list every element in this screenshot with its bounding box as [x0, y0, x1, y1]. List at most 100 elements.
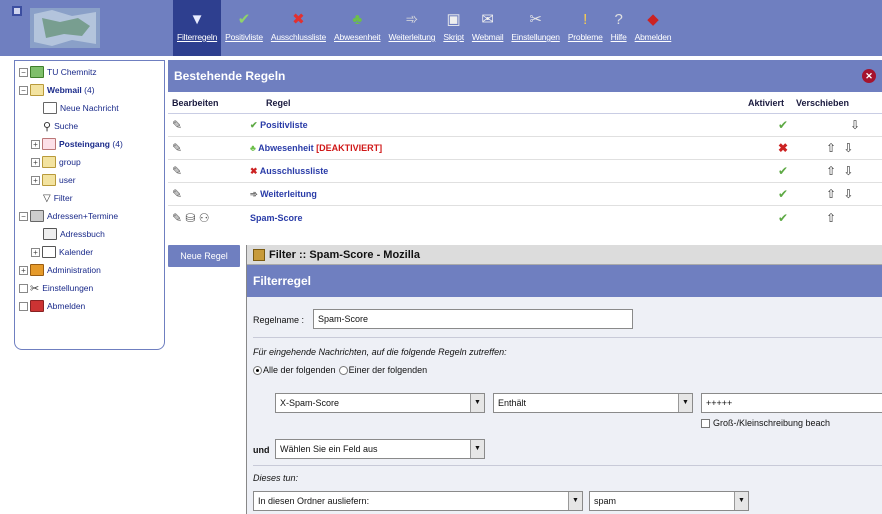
condition-operator-select[interactable]: Enthält ▼ [493, 393, 693, 413]
und-label: und [253, 445, 270, 455]
check-icon: ✔ [237, 11, 251, 28]
expand-icon[interactable]: + [31, 157, 40, 167]
toolbar-webmail[interactable]: ✉ Webmail [468, 0, 508, 56]
case-checkbox[interactable] [701, 419, 710, 429]
search-icon: ⚲ [43, 120, 52, 133]
expand-icon[interactable]: + [31, 175, 40, 185]
script-icon: ▣ [446, 11, 461, 28]
rule-row[interactable]: ✎ ♣ Abwesenheit [DEAKTIVIERT] ✖ ⇧ ⇩ [168, 137, 882, 160]
radio-any[interactable] [338, 366, 348, 376]
move-arrows[interactable]: ⇧ ⇩ [826, 164, 855, 178]
toolbar-skript[interactable]: ▣ Skript [439, 0, 468, 56]
inactive-x-icon[interactable]: ✖ [768, 141, 798, 155]
move-arrows[interactable]: ⇧ ⇩ [826, 187, 855, 201]
move-arrows[interactable]: ⇩ [850, 118, 862, 132]
tree-item-posteingang[interactable]: + Posteingang (4) [15, 135, 164, 153]
chevron-down-icon: ▼ [470, 394, 484, 412]
folder-select[interactable]: spam ▼ [589, 491, 749, 511]
tree-item-einstellungen[interactable]: ✂ Einstellungen [15, 279, 164, 297]
toolbar-weiterleitung[interactable]: ➾ Weiterleitung [384, 0, 439, 56]
rule-row[interactable]: ✎ ✔ Positivliste ✔ ⇩ [168, 114, 882, 137]
tree-item-group[interactable]: + group [15, 153, 164, 171]
mail-icon: ✉ [481, 11, 494, 28]
tree-item-administration[interactable]: + Administration [15, 261, 164, 279]
window-titlebar[interactable]: Filter :: Spam-Score - Mozilla [247, 245, 882, 265]
rule-row[interactable]: ✎ ✖ Ausschlussliste ✔ ⇧ ⇩ [168, 160, 882, 183]
move-arrows[interactable]: ⇧ [826, 211, 838, 225]
edit-icon[interactable]: ✎ [172, 164, 242, 178]
window-title: Filter :: Spam-Score - Mozilla [269, 248, 420, 261]
regelname-label: Regelname : [253, 315, 305, 325]
rule-name[interactable]: Ausschlussliste [260, 166, 329, 176]
move-arrows[interactable]: ⇧ ⇩ [826, 141, 855, 155]
folder-icon [42, 156, 56, 168]
collapse-icon[interactable]: − [19, 211, 28, 221]
leaf-icon [19, 301, 28, 311]
action-select[interactable]: In diesen Ordner ausliefern: ▼ [253, 491, 583, 511]
tree-item-user[interactable]: + user [15, 171, 164, 189]
intro-text: Für eingehende Nachrichten, auf die folg… [253, 347, 507, 357]
toolbar-abwesenheit[interactable]: ♣ Abwesenheit [330, 0, 384, 56]
edit-icon[interactable]: ✎ [172, 118, 242, 132]
toolbar-ausschlussliste[interactable]: ✖ Ausschlussliste [267, 0, 330, 56]
condition-value-input[interactable]: +++++ [701, 393, 882, 413]
tree-item-suche[interactable]: ⚲ Suche [15, 117, 164, 135]
case-sensitive-option[interactable]: Groß-/Kleinschreibung beach [701, 418, 830, 429]
edit-delete-copy-icons[interactable]: ✎ ⛁ ⚇ [172, 211, 242, 225]
action-label: Dieses tun: [253, 473, 299, 483]
logout-icon [30, 300, 44, 312]
col-move: Verschieben [796, 97, 850, 108]
close-icon[interactable]: ✕ [862, 69, 876, 83]
radio-all[interactable] [253, 366, 262, 376]
tree-item-abmelden[interactable]: Abmelden [15, 297, 164, 315]
tree-item-neue-nachricht[interactable]: Neue Nachricht [15, 99, 164, 117]
tree-item-adressbuch[interactable]: Adressbuch [15, 225, 164, 243]
rule-name[interactable]: Spam-Score [250, 213, 303, 223]
chevron-down-icon: ▼ [470, 440, 484, 458]
second-field-select[interactable]: Wählen Sie ein Feld aus ▼ [275, 439, 485, 459]
tree-item-webmail[interactable]: − Webmail (4) [15, 81, 164, 99]
divider [253, 337, 882, 338]
active-check-icon[interactable]: ✔ [768, 164, 798, 178]
tree-item-filter[interactable]: ▽ Filter [15, 189, 164, 207]
new-rule-button[interactable]: Neue Regel [168, 245, 240, 267]
top-toolbar: ▼ Filterregeln ✔ Positivliste ✖ Ausschlussl… [0, 0, 882, 56]
toolbar-filterregeln[interactable]: ▼ Filterregeln [173, 0, 222, 56]
toolbar-probleme[interactable]: ! Probleme [564, 0, 607, 56]
filter-popup-window: Filter :: Spam-Score - Mozilla Filterreg… [246, 245, 882, 514]
expand-icon[interactable]: + [31, 247, 40, 257]
rule-name[interactable]: Weiterleitung [260, 189, 317, 199]
toolbar-abmelden[interactable]: ◆ Abmelden [631, 0, 676, 56]
navigation-tree: − TU Chemnitz − Webmail (4) Neue Nachricht… [14, 60, 165, 350]
active-check-icon[interactable]: ✔ [768, 211, 798, 225]
window-icon [253, 248, 265, 261]
address-icon [30, 210, 44, 222]
toolbar-positivliste[interactable]: ✔ Positivliste [221, 0, 267, 56]
rule-row[interactable]: ✎ ➾ Weiterleitung ✔ ⇧ ⇩ [168, 183, 882, 206]
tree-item-tu-chemnitz[interactable]: − TU Chemnitz [15, 63, 164, 81]
edit-icon[interactable]: ✎ [172, 141, 242, 155]
rules-column-headers: Bearbeiten Regel Aktiviert Verschieben [168, 92, 882, 114]
tree-item-adressen[interactable]: − Adressen+Termine [15, 207, 164, 225]
expand-icon[interactable]: + [19, 265, 28, 275]
tree-item-kalender[interactable]: + Kalender [15, 243, 164, 261]
filter-header: Filterregel [247, 265, 882, 297]
collapse-icon[interactable]: − [19, 67, 28, 77]
rule-name[interactable]: Abwesenheit [258, 143, 314, 153]
rule-name[interactable]: Positivliste [260, 120, 308, 130]
active-check-icon[interactable]: ✔ [768, 187, 798, 201]
edit-icon[interactable]: ✎ [172, 187, 242, 201]
expand-icon[interactable]: + [31, 139, 40, 149]
filter-icon: ▼ [189, 11, 205, 28]
collapse-icon[interactable]: − [19, 85, 28, 95]
x-icon: ✖ [250, 165, 258, 176]
calendar-icon [42, 246, 56, 258]
condition-field-select[interactable]: X-Spam-Score ▼ [275, 393, 485, 413]
toolbar-einstellungen[interactable]: ✂ Einstellungen [507, 0, 563, 56]
radio-all-option[interactable]: Alle der folgenden Einer der folgenden [253, 365, 427, 376]
toolbar-hilfe[interactable]: ? Hilfe [607, 0, 631, 56]
rule-row[interactable]: ✎ ⛁ ⚇ Spam-Score ✔ ⇧ [168, 206, 882, 229]
active-check-icon[interactable]: ✔ [768, 118, 798, 132]
regelname-input[interactable]: Spam-Score [313, 309, 633, 329]
tools-icon: ✂ [30, 282, 40, 295]
